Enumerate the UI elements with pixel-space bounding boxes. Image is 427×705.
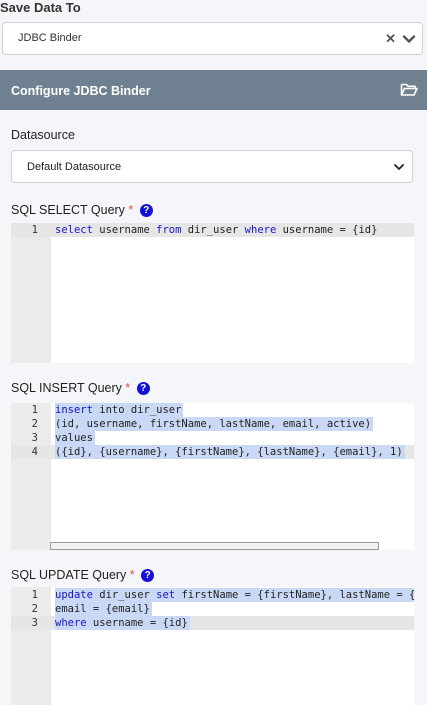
code-line[interactable]: 2 email = {email}	[11, 602, 414, 616]
horizontal-scrollbar[interactable]	[50, 542, 379, 550]
line-number: 1	[31, 224, 38, 236]
code-line[interactable]: 1 update dir_user set firstName = {firstN…	[11, 588, 414, 602]
code-line[interactable]: 4 ({id}, {username}, {firstName}, {lastNa…	[11, 445, 414, 459]
sql-select-label-text: SQL SELECT Query	[11, 203, 125, 217]
code-text: ({id}, {username}, {firstName}, {lastNam…	[55, 445, 405, 459]
line-number: 2	[31, 418, 38, 430]
code-text: where username = {id}	[55, 616, 190, 630]
code-text: email = {email}	[55, 602, 152, 616]
required-marker: *	[125, 381, 131, 395]
datasource-select[interactable]: Default Datasource	[11, 150, 413, 183]
sql-select-label: SQL SELECT Query * ?	[11, 203, 153, 218]
line-number: 3	[31, 617, 38, 629]
panel-title: Configure JDBC Binder	[11, 84, 151, 98]
chevron-down-icon	[394, 164, 404, 170]
code-text: values	[55, 431, 95, 445]
line-number: 1	[31, 589, 38, 601]
line-number: 2	[31, 603, 38, 615]
line-number: 4	[31, 446, 38, 458]
help-icon[interactable]: ?	[141, 569, 155, 583]
configure-panel-header: Configure JDBC Binder	[0, 70, 427, 110]
sql-insert-editor[interactable]: 1 insert into dir_user 2 (id, username, fir…	[11, 403, 414, 550]
code-text: select username from dir_user where user…	[55, 224, 378, 236]
code-text: insert into dir_user	[55, 403, 184, 417]
save-data-to-select[interactable]: JDBC Binder ✕	[2, 22, 423, 55]
code-line[interactable]: 1 insert into dir_user	[11, 403, 414, 417]
sql-update-label: SQL UPDATE Query * ?	[11, 568, 155, 583]
datasource-value: Default Datasource	[27, 161, 122, 173]
code-text: (id, username, firstName, lastName, emai…	[55, 417, 374, 431]
sql-update-editor[interactable]: 1 update dir_user set firstName = {firstN…	[11, 587, 414, 705]
code-line[interactable]: 1 select username from dir_user where use…	[11, 223, 414, 237]
sql-insert-label-text: SQL INSERT Query	[11, 381, 122, 395]
sql-select-editor[interactable]: 1 select username from dir_user where use…	[11, 223, 414, 363]
clear-icon[interactable]: ✕	[385, 31, 396, 47]
required-marker: *	[128, 203, 134, 217]
datasource-label: Datasource	[11, 128, 75, 142]
help-icon[interactable]: ?	[139, 204, 153, 218]
code-line[interactable]: 2 (id, username, firstName, lastName, ema…	[11, 417, 414, 431]
help-icon[interactable]: ?	[136, 382, 150, 396]
line-number-gutter	[11, 223, 51, 363]
folder-open-icon[interactable]	[400, 82, 418, 97]
code-line[interactable]: 3 values	[11, 431, 414, 445]
code-line[interactable]: 3 where username = {id}	[11, 616, 414, 630]
save-data-to-label: Save Data To	[0, 0, 81, 15]
sql-update-label-text: SQL UPDATE Query	[11, 568, 127, 582]
save-data-to-value: JDBC Binder	[18, 32, 82, 44]
sql-insert-label: SQL INSERT Query * ?	[11, 381, 150, 396]
required-marker: *	[129, 568, 135, 582]
chevron-down-icon[interactable]	[402, 32, 416, 46]
code-text: update dir_user set firstName = {firstNa…	[55, 588, 414, 602]
line-number: 3	[31, 432, 38, 444]
line-number: 1	[31, 404, 38, 416]
